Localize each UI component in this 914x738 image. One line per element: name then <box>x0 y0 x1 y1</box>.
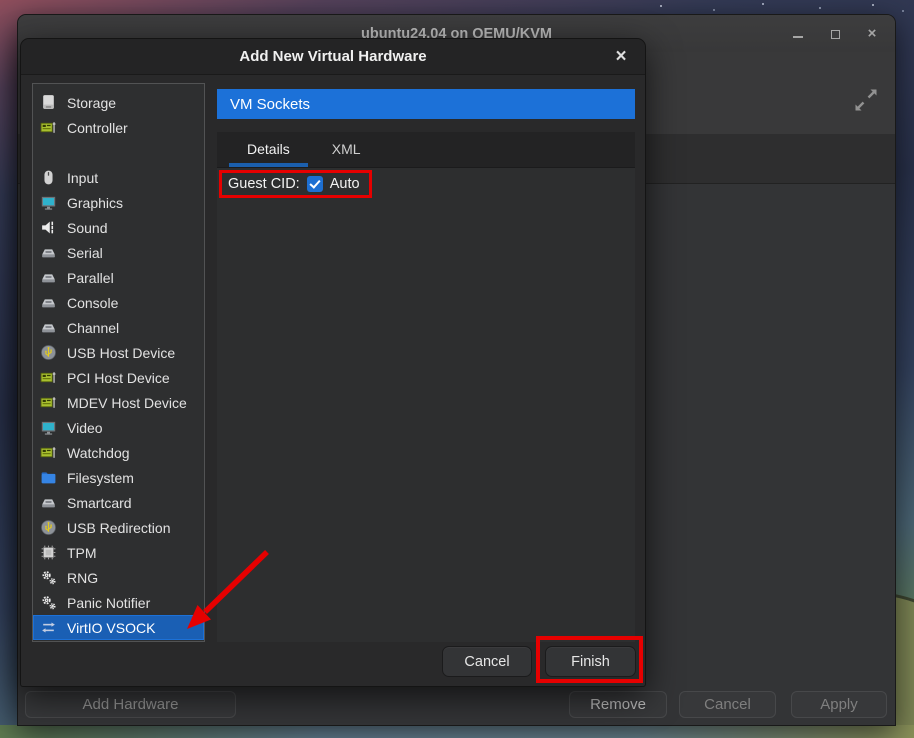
tpm-icon <box>40 544 57 561</box>
auto-checkbox[interactable] <box>307 176 323 192</box>
sidebar-item-label: VirtIO VSOCK <box>67 620 155 636</box>
chip-icon <box>40 394 57 411</box>
sidebar-item-label: MDEV Host Device <box>67 395 187 411</box>
desktop: ubuntu24.04 on QEMU/KVM × Add Hardware R… <box>0 0 914 738</box>
wallpaper-strip <box>0 725 914 738</box>
sidebar-item-label: USB Host Device <box>67 345 175 361</box>
auto-checkbox-label[interactable]: Auto <box>330 176 360 192</box>
sidebar-item-label: Smartcard <box>67 495 132 511</box>
sidebar-item-label: Channel <box>67 320 119 336</box>
chip-icon <box>40 369 57 386</box>
tab-xml[interactable]: XML <box>311 132 382 167</box>
serial-icon <box>40 244 57 261</box>
sidebar-item-virtio-vsock[interactable]: VirtIO VSOCK <box>33 615 204 640</box>
wallpaper-stars <box>0 0 2 2</box>
sidebar-item-label: Sound <box>67 220 107 236</box>
sidebar-item-tpm[interactable]: TPM <box>33 540 204 565</box>
serial-icon <box>40 269 57 286</box>
tab-details[interactable]: Details <box>226 132 311 167</box>
hardware-type-list: Storage Controller Input Graphics Sound Seria… <box>32 83 205 642</box>
chip-icon <box>40 119 57 136</box>
sidebar-item-label: Controller <box>67 120 128 136</box>
sidebar-item-serial[interactable]: Serial <box>33 240 204 265</box>
dialog-cancel-button[interactable]: Cancel <box>442 646 532 677</box>
close-icon[interactable]: × <box>865 27 879 41</box>
folder-icon <box>40 469 57 486</box>
minimize-icon[interactable] <box>791 27 805 41</box>
sidebar-item-input[interactable]: Input <box>33 165 204 190</box>
sidebar-item-label: Panic Notifier <box>67 595 150 611</box>
dialog-title: Add New Virtual Hardware <box>239 48 426 65</box>
sidebar-item-channel[interactable]: Channel <box>33 315 204 340</box>
sidebar-item-smartcard[interactable]: Smartcard <box>33 490 204 515</box>
finish-button[interactable]: Finish <box>545 646 636 677</box>
sidebar-item-label: Input <box>67 170 98 186</box>
maximize-icon[interactable] <box>828 27 842 41</box>
sidebar-item-rng[interactable]: RNG <box>33 565 204 590</box>
sidebar-item-parallel[interactable]: Parallel <box>33 265 204 290</box>
sidebar-item-label: Parallel <box>67 270 114 286</box>
sidebar-item-label: Watchdog <box>67 445 130 461</box>
remove-button[interactable]: Remove <box>569 691 667 718</box>
arrows-icon <box>40 619 57 636</box>
monitor-icon <box>40 194 57 211</box>
sidebar-item-pci-host-device[interactable]: PCI Host Device <box>33 365 204 390</box>
speaker-icon <box>40 219 57 236</box>
sidebar-item-video[interactable]: Video <box>33 415 204 440</box>
sidebar-item-graphics[interactable]: Graphics <box>33 190 204 215</box>
expand-arrows-icon[interactable] <box>851 85 881 115</box>
sidebar-item-label: Storage <box>67 95 116 111</box>
sidebar-item-label: TPM <box>67 545 97 561</box>
sidebar-spacer <box>33 140 204 165</box>
panel-content: Guest CID: Auto <box>217 168 635 642</box>
sidebar-item-label: Graphics <box>67 195 123 211</box>
dialog-close-icon[interactable]: × <box>608 39 634 74</box>
gears-icon <box>40 569 57 586</box>
mouse-icon <box>40 169 57 186</box>
sidebar-item-label: RNG <box>67 570 98 586</box>
sidebar-item-label: Filesystem <box>67 470 134 486</box>
dialog-titlebar[interactable]: Add New Virtual Hardware × <box>21 39 645 75</box>
serial-icon <box>40 494 57 511</box>
sidebar-item-label: Console <box>67 295 118 311</box>
add-hardware-dialog: Add New Virtual Hardware × Storage Contro… <box>20 38 646 687</box>
panel-header: VM Sockets <box>217 89 635 119</box>
serial-icon <box>40 294 57 311</box>
sidebar-item-panic-notifier[interactable]: Panic Notifier <box>33 590 204 615</box>
guest-cid-label: Guest CID: <box>228 176 300 192</box>
sidebar-item-watchdog[interactable]: Watchdog <box>33 440 204 465</box>
sidebar-item-usb-redirection[interactable]: USB Redirection <box>33 515 204 540</box>
sidebar-item-usb-host-device[interactable]: USB Host Device <box>33 340 204 365</box>
sidebar-item-label: PCI Host Device <box>67 370 170 386</box>
apply-button[interactable]: Apply <box>791 691 887 718</box>
sidebar-item-label: Video <box>67 420 103 436</box>
sidebar-item-label: USB Redirection <box>67 520 171 536</box>
sidebar-item-mdev-host-device[interactable]: MDEV Host Device <box>33 390 204 415</box>
vm-cancel-button[interactable]: Cancel <box>679 691 776 718</box>
sidebar-item-controller[interactable]: Controller <box>33 115 204 140</box>
add-hardware-button[interactable]: Add Hardware <box>25 691 236 718</box>
sidebar-item-label: Serial <box>67 245 103 261</box>
annotation-rect-guest-cid: Guest CID: Auto <box>219 170 372 198</box>
sidebar-item-sound[interactable]: Sound <box>33 215 204 240</box>
gears-icon <box>40 594 57 611</box>
sidebar-item-console[interactable]: Console <box>33 290 204 315</box>
panel-tabs: Details XML <box>217 132 635 168</box>
sidebar-item-filesystem[interactable]: Filesystem <box>33 465 204 490</box>
sidebar-item-storage[interactable]: Storage <box>33 90 204 115</box>
disk-icon <box>40 94 57 111</box>
usb-icon <box>40 519 57 536</box>
serial-icon <box>40 319 57 336</box>
monitor-icon <box>40 419 57 436</box>
chip-icon <box>40 444 57 461</box>
usb-icon <box>40 344 57 361</box>
window-controls: × <box>791 15 879 52</box>
